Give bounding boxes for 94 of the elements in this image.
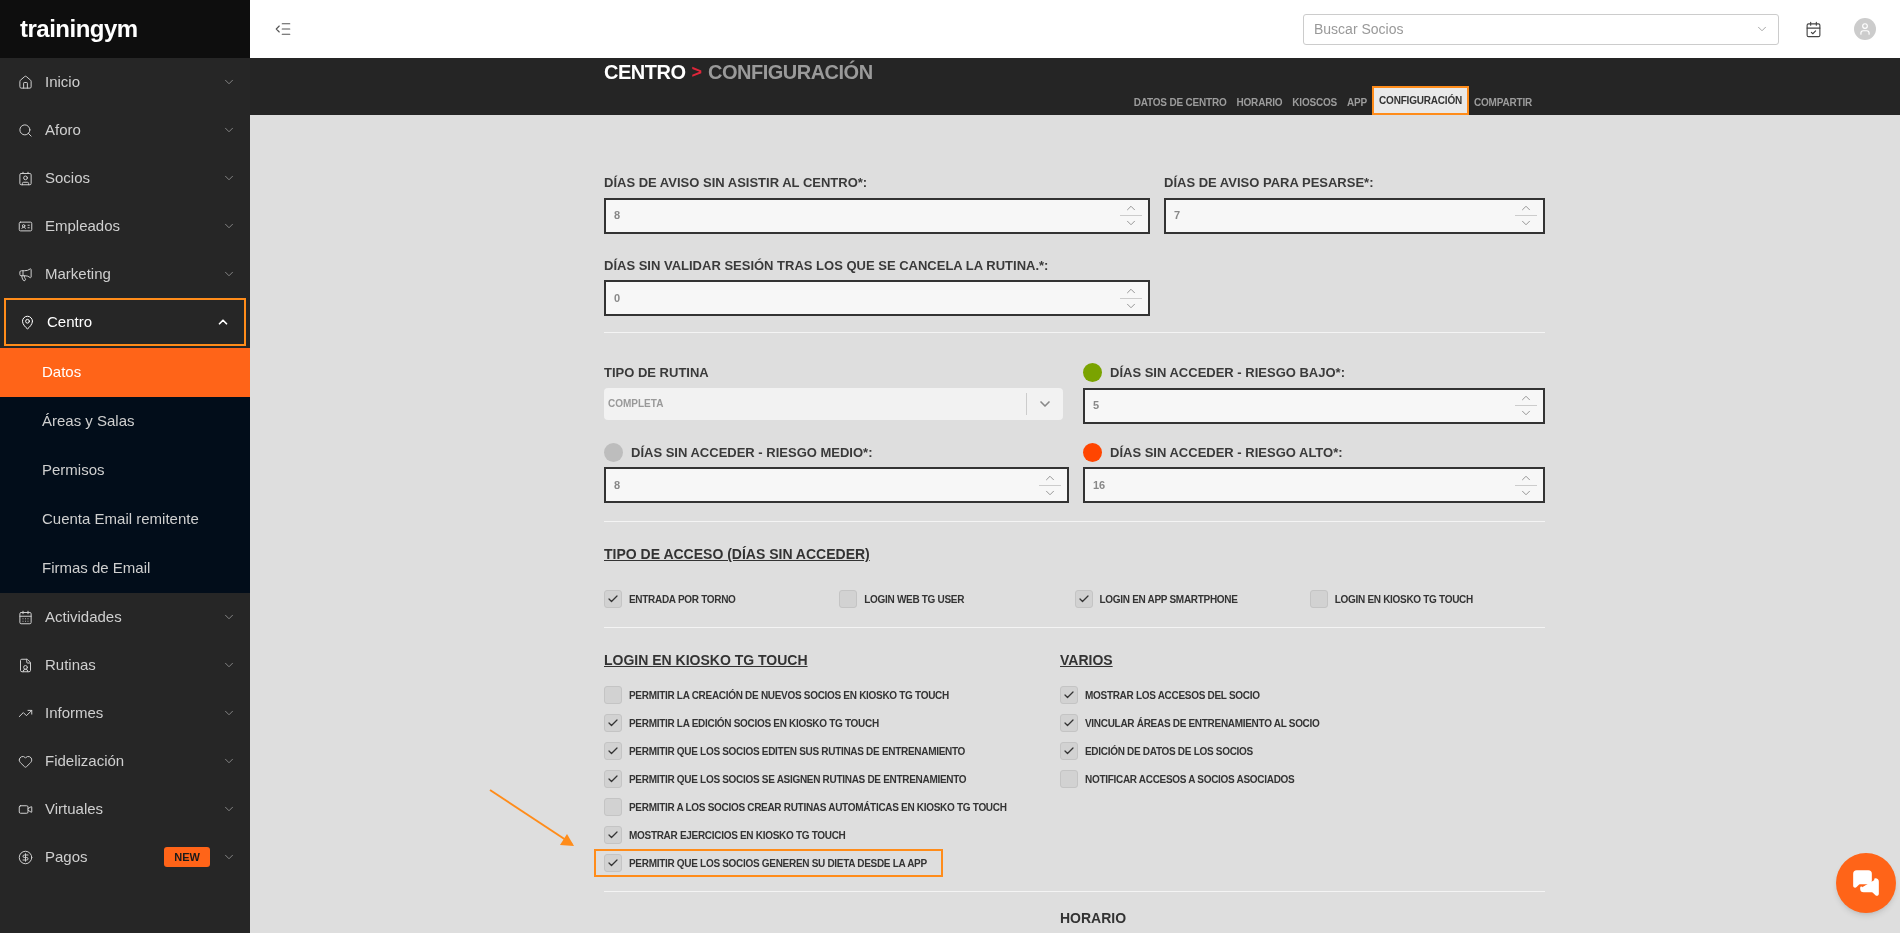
- sidebar-item[interactable]: Centro: [6, 300, 244, 344]
- checkbox[interactable]: [604, 714, 622, 732]
- checkbox-label: EDICIÓN DE DATOS DE LOS SOCIOS: [1085, 744, 1253, 759]
- checkbox[interactable]: [839, 590, 858, 608]
- sidebar-item[interactable]: Rutinas: [0, 641, 250, 689]
- sidebar-item[interactable]: Virtuales: [0, 785, 250, 833]
- menu-toggle-icon[interactable]: [274, 20, 292, 38]
- checkbox-label: PERMITIR A LOS SOCIOS CREAR RUTINAS AUTOMÁTICAS EN KIOSKO TG TOUCH: [629, 800, 1007, 815]
- section-heading: VARIOS: [1060, 651, 1114, 670]
- checkbox-label: VINCULAR ÁREAS DE ENTRENAMIENTO AL SOCIO: [1085, 716, 1320, 731]
- checkbox-label: PERMITIR QUE LOS SOCIOS GENEREN SU DIETA DESDE LA APP: [629, 856, 927, 871]
- tab[interactable]: KIOSCOS: [1287, 90, 1343, 115]
- submenu-item[interactable]: Permisos: [0, 446, 250, 495]
- checkbox[interactable]: [604, 826, 622, 844]
- check-icon: [607, 593, 619, 605]
- check-icon: [607, 773, 619, 785]
- checkbox-label: LOGIN WEB TG USER: [864, 592, 965, 607]
- check-icon: [607, 745, 619, 757]
- tab[interactable]: HORARIO: [1231, 90, 1288, 115]
- field-label: DÍAS SIN ACCEDER - RIESGO BAJO*:: [1110, 364, 1345, 382]
- checkbox-label: ENTRADA POR TORNO: [629, 592, 736, 607]
- checkbox-label: NOTIFICAR ACCESOS A SOCIOS ASOCIADOS: [1085, 772, 1295, 787]
- checkbox-label: PERMITIR QUE LOS SOCIOS EDITEN SUS RUTINAS DE ENTRENAMIENTO: [629, 744, 966, 759]
- sidebar-item[interactable]: Fidelización: [0, 737, 250, 785]
- sidebar-item[interactable]: Pagos NEW: [0, 833, 250, 881]
- submenu-item[interactable]: Firmas de Email: [0, 544, 250, 593]
- sidebar-item[interactable]: Socios: [0, 154, 250, 202]
- field-label: DÍAS SIN ACCEDER - RIESGO ALTO*:: [1110, 443, 1343, 462]
- check-icon: [607, 829, 619, 841]
- new-badge: NEW: [164, 846, 210, 868]
- check-icon: [1077, 593, 1090, 605]
- checkbox-label: LOGIN EN APP SMARTPHONE: [1099, 592, 1238, 607]
- tab[interactable]: CONFIGURACIÓN: [1374, 88, 1467, 113]
- checkbox[interactable]: [1074, 590, 1093, 608]
- checkbox[interactable]: [604, 590, 622, 608]
- document-icon: [18, 657, 33, 673]
- check-icon: [607, 857, 619, 869]
- submenu-item[interactable]: Áreas y Salas: [0, 397, 250, 446]
- checkbox-label: PERMITIR LA CREACIÓN DE NUEVOS SOCIOS EN KIOSKO TG TOUCH: [629, 688, 949, 703]
- contact-card-icon: [18, 170, 33, 186]
- breadcrumb-separator: >: [691, 60, 702, 84]
- field-label: DÍAS SIN VALIDAR SESIÓN TRAS LOS QUE SE CANCELA LA RUTINA.*:: [604, 256, 1049, 275]
- breadcrumb-parent[interactable]: CENTRO: [604, 57, 686, 87]
- tab[interactable]: APP: [1342, 90, 1373, 115]
- check-icon: [1063, 689, 1075, 701]
- sidebar-item[interactable]: Empleados: [0, 202, 250, 250]
- calendar-icon: [18, 609, 33, 625]
- calendar-icon[interactable]: [1805, 20, 1822, 38]
- checkbox-label: MOSTRAR EJERCICIOS EN KIOSKO TG TOUCH: [629, 828, 846, 843]
- section-heading: LOGIN EN KIOSKO TG TOUCH: [604, 651, 809, 670]
- field-label: DÍAS DE AVISO SIN ASISTIR AL CENTRO*:: [604, 174, 868, 192]
- home-icon: [18, 74, 33, 90]
- field-label: TIPO DE RUTINA: [604, 364, 709, 382]
- sidebar-item[interactable]: Actividades: [0, 593, 250, 641]
- checkbox[interactable]: [604, 854, 622, 872]
- sidebar-item[interactable]: Marketing: [0, 250, 250, 298]
- submenu-item[interactable]: Cuenta Email remitente: [0, 495, 250, 544]
- checkbox-label: PERMITIR QUE LOS SOCIOS SE ASIGNEN RUTINAS DE ENTRENAMIENTO: [629, 772, 967, 787]
- id-card-icon: [18, 218, 33, 234]
- user-avatar-icon[interactable]: [1854, 18, 1876, 40]
- dollar-icon: [18, 849, 33, 865]
- chat-button[interactable]: [1836, 853, 1896, 913]
- check-icon: [1063, 717, 1075, 729]
- megaphone-icon: [18, 266, 33, 282]
- heart-icon: [18, 753, 33, 769]
- field-label: DÍAS DE AVISO PARA PESARSE*:: [1164, 174, 1374, 192]
- section-heading: HORARIO: [1060, 910, 1127, 926]
- checkbox[interactable]: [1060, 686, 1078, 704]
- check-icon: [1063, 745, 1075, 757]
- checkbox-label: MOSTRAR LOS ACCESOS DEL SOCIO: [1085, 688, 1260, 703]
- user-silhouette-icon: [1858, 22, 1872, 36]
- sidebar-item[interactable]: Inicio: [0, 58, 250, 106]
- tab[interactable]: COMPARTIR: [1469, 90, 1537, 115]
- map-pin-icon: [20, 314, 35, 330]
- checkbox[interactable]: [604, 742, 622, 760]
- checkbox-label: LOGIN EN KIOSKO TG TOUCH: [1334, 592, 1473, 607]
- checkbox[interactable]: [1060, 742, 1078, 760]
- checkbox[interactable]: [1309, 590, 1328, 608]
- sidebar-item[interactable]: Informes: [0, 689, 250, 737]
- checkbox[interactable]: [604, 686, 622, 704]
- field-label: DÍAS SIN ACCEDER - RIESGO MEDIO*:: [631, 443, 873, 462]
- sidebar-item[interactable]: Aforo: [0, 106, 250, 154]
- checkbox[interactable]: [604, 770, 622, 788]
- chat-bubbles-icon: [1852, 869, 1880, 897]
- checkbox[interactable]: [1060, 714, 1078, 732]
- checkbox[interactable]: [604, 798, 622, 816]
- tab[interactable]: DATOS DE CENTRO: [1128, 90, 1232, 115]
- breadcrumb-current: CONFIGURACIÓN: [707, 59, 873, 85]
- checkbox[interactable]: [1060, 770, 1078, 788]
- checkbox-label: PERMITIR LA EDICIÓN SOCIOS EN KIOSKO TG TOUCH: [629, 716, 879, 731]
- check-icon: [607, 717, 619, 729]
- search-field[interactable]: Buscar Socios: [1303, 13, 1779, 45]
- section-heading: TIPO DE ACCESO (DÍAS SIN ACCEDER): [604, 545, 871, 564]
- search-icon: [18, 122, 33, 138]
